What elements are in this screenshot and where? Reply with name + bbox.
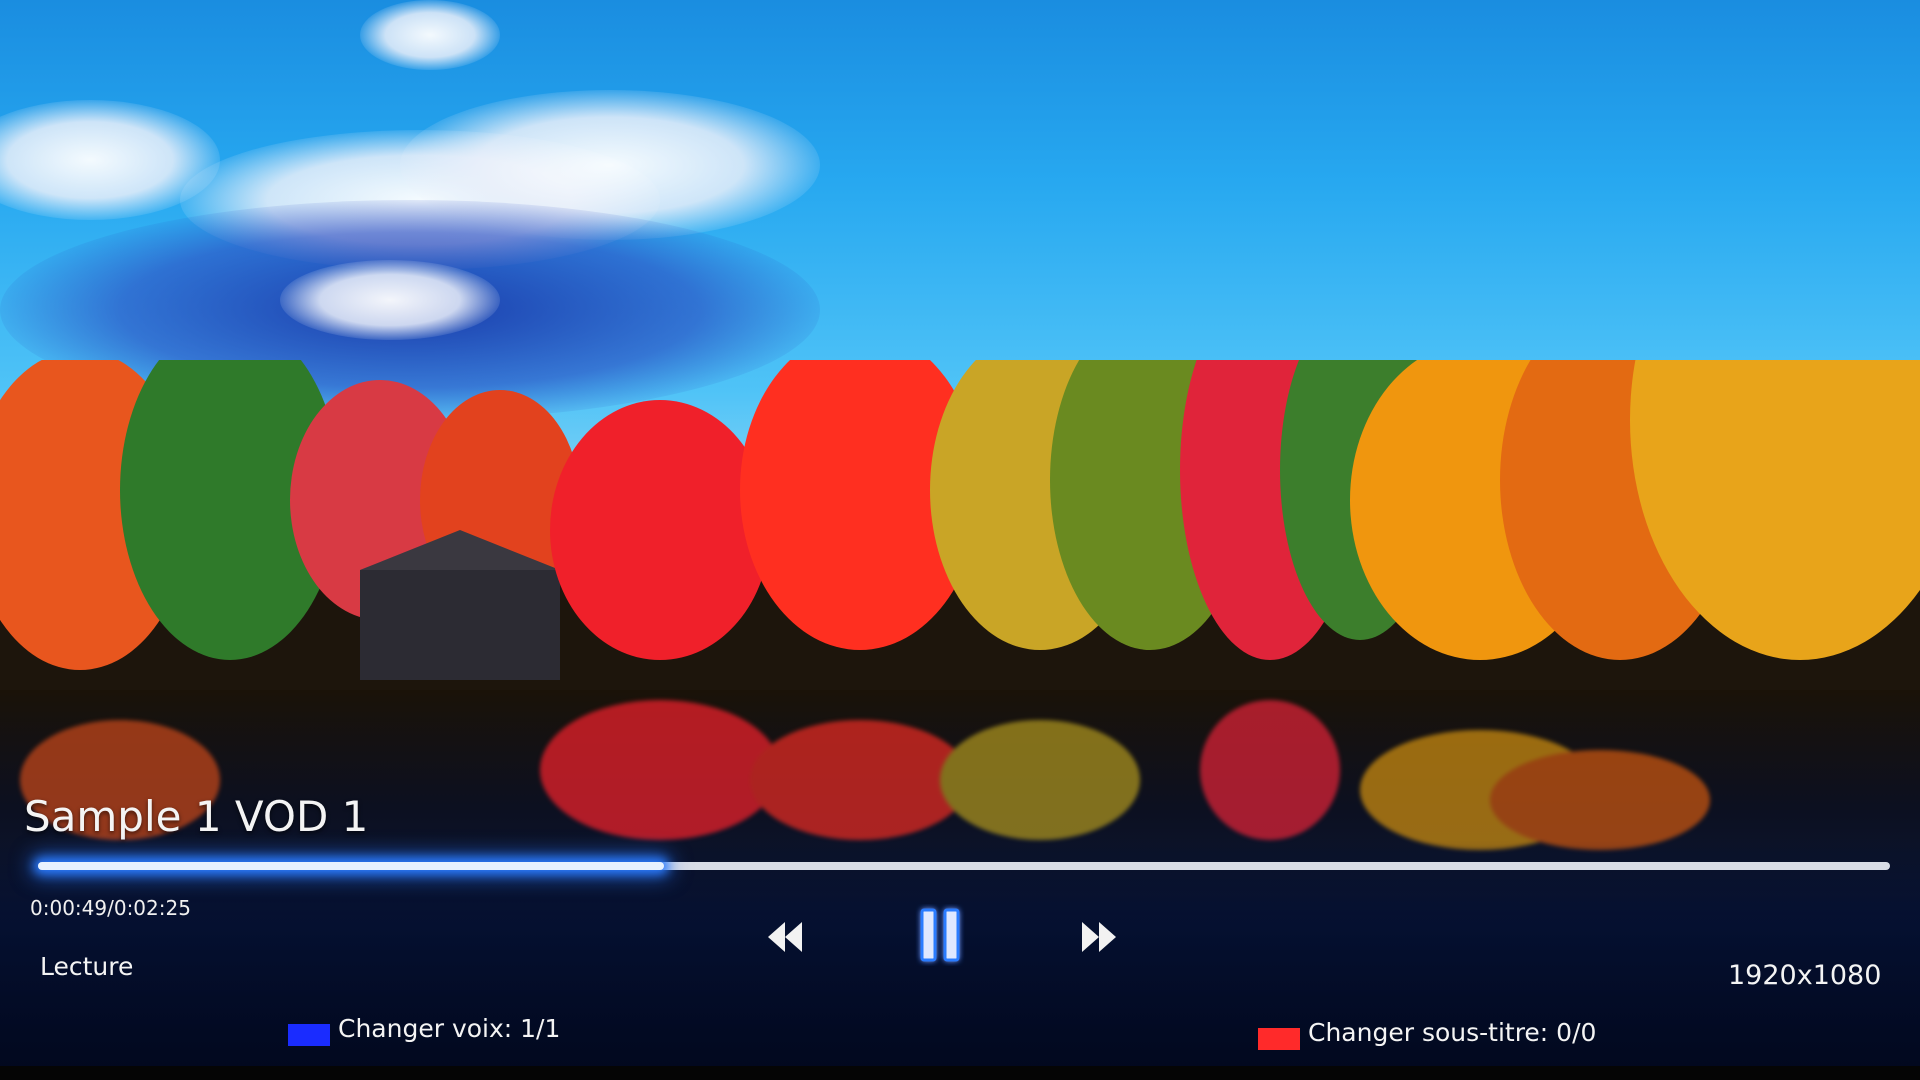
resolution-label: 1920x1080	[1728, 960, 1882, 991]
pause-icon	[920, 908, 960, 962]
fast-forward-button[interactable]	[1080, 920, 1118, 954]
time-display: 0:00:49/0:02:25	[30, 896, 191, 920]
change-subtitle-label[interactable]: Changer sous-titre: 0/0	[1308, 1018, 1596, 1047]
screen-bottom-edge	[0, 1066, 1920, 1080]
cloud	[280, 260, 500, 340]
blue-key-swatch	[288, 1024, 330, 1046]
cloud	[360, 0, 500, 70]
video-frame-trees	[0, 360, 1920, 700]
rewind-icon	[768, 922, 802, 952]
fast-forward-icon	[1082, 922, 1116, 952]
playback-state-label: Lecture	[40, 952, 134, 981]
rewind-button[interactable]	[766, 920, 804, 954]
change-voice-label[interactable]: Changer voix: 1/1	[338, 1014, 560, 1043]
video-player: Sample 1 VOD 1 0:00:49/0:02:25 Lecture 1…	[0, 0, 1920, 1080]
red-key-swatch	[1258, 1028, 1300, 1050]
progress-bar[interactable]	[38, 862, 1890, 870]
progress-fill	[38, 862, 664, 870]
pause-button[interactable]	[912, 904, 968, 966]
video-title: Sample 1 VOD 1	[24, 792, 369, 841]
